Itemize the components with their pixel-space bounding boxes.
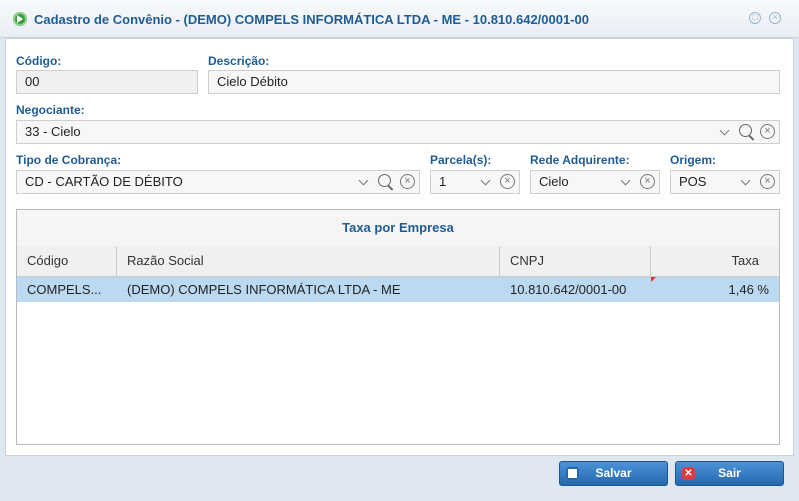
taxa-por-empresa-grid: Taxa por Empresa Código Razão Social CNP… <box>16 209 780 445</box>
save-button[interactable]: Salvar <box>559 461 668 486</box>
cancel-icon: ✕ <box>682 467 695 480</box>
exit-button-label: Sair <box>718 466 741 480</box>
rede-adquirente-select[interactable]: Cielo × <box>530 170 660 194</box>
cell-taxa[interactable]: 1,46 % <box>651 277 779 302</box>
cell-codigo: COMPELS... <box>27 282 102 297</box>
origem-label: Origem: <box>670 153 717 167</box>
clear-icon[interactable]: × <box>400 174 415 189</box>
floppy-icon <box>566 467 579 480</box>
codigo-field[interactable]: 00 <box>16 70 198 94</box>
window-titlebar: Cadastro de Convênio - (DEMO) COMPELS IN… <box>0 0 799 38</box>
restore-icon[interactable]: □ <box>749 12 761 24</box>
parcelas-value: 1 <box>439 174 447 189</box>
chevron-down-icon[interactable] <box>719 125 730 136</box>
negociante-select[interactable]: 33 - Cielo × <box>16 120 780 144</box>
edit-marker <box>651 277 656 282</box>
rede-adquirente-label: Rede Adquirente: <box>530 153 630 167</box>
parcelas-select[interactable]: 1 × <box>430 170 520 194</box>
chevron-down-icon[interactable] <box>620 175 631 186</box>
grid-header: Código Razão Social CNPJ Taxa <box>17 246 779 277</box>
search-icon[interactable] <box>378 174 391 187</box>
grid-caption: Taxa por Empresa <box>17 210 779 247</box>
tipo-cobranca-select[interactable]: CD - CARTÃO DE DÉBITO × <box>16 170 420 194</box>
negociante-label: Negociante: <box>16 103 85 117</box>
exit-button[interactable]: ✕ Sair <box>675 461 784 486</box>
column-header-taxa[interactable]: Taxa <box>651 246 779 276</box>
chevron-down-icon[interactable] <box>480 175 491 186</box>
chevron-down-icon[interactable] <box>358 175 369 186</box>
origem-select[interactable]: POS × <box>670 170 780 194</box>
column-header-razao-social[interactable]: Razão Social <box>117 246 500 276</box>
save-button-label: Salvar <box>595 466 632 480</box>
cell-razao-social: (DEMO) COMPELS INFORMÁTICA LTDA - ME <box>127 282 401 297</box>
parcelas-label: Parcela(s): <box>430 153 492 167</box>
column-header-codigo[interactable]: Código <box>17 246 117 276</box>
tipo-cobranca-label: Tipo de Cobrança: <box>16 153 122 167</box>
table-row[interactable]: COMPELS... (DEMO) COMPELS INFORMÁTICA LT… <box>17 277 779 302</box>
clear-icon[interactable]: × <box>500 174 515 189</box>
window-title: Cadastro de Convênio - (DEMO) COMPELS IN… <box>34 12 590 27</box>
descricao-field[interactable]: Cielo Débito <box>208 70 780 94</box>
clear-icon[interactable]: × <box>760 124 775 139</box>
chevron-down-icon[interactable] <box>740 175 751 186</box>
descricao-label: Descrição: <box>208 54 270 68</box>
column-header-cnpj[interactable]: CNPJ <box>500 246 651 276</box>
play-circle-icon <box>13 12 27 26</box>
clear-icon[interactable]: × <box>640 174 655 189</box>
cell-cnpj: 10.810.642/0001-00 <box>510 282 627 297</box>
clear-icon[interactable]: × <box>760 174 775 189</box>
tipo-cobranca-value: CD - CARTÃO DE DÉBITO <box>25 174 183 189</box>
codigo-label: Código: <box>16 54 62 68</box>
negociante-value: 33 - Cielo <box>25 124 81 139</box>
search-icon[interactable] <box>739 124 752 137</box>
close-icon[interactable]: × <box>769 12 781 24</box>
origem-value: POS <box>679 174 707 189</box>
rede-adquirente-value: Cielo <box>539 174 569 189</box>
